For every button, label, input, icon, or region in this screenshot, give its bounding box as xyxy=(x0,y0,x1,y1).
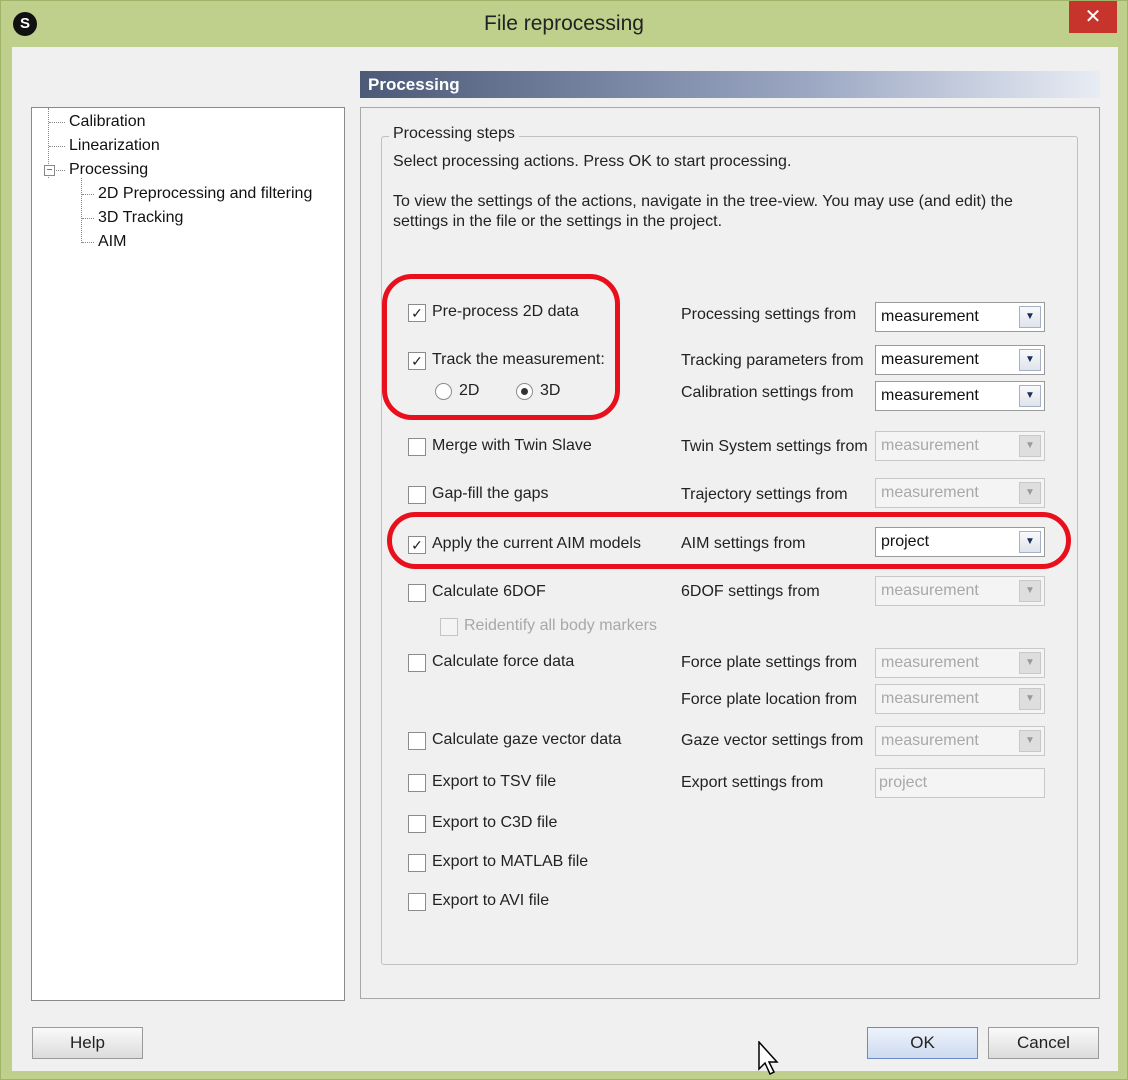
gapfill-label: Gap-fill the gaps xyxy=(432,485,549,502)
highlight-tracking-annotation xyxy=(382,274,620,420)
chevron-down-icon[interactable]: ▼ xyxy=(1019,652,1041,674)
tree-item-3d-tracking[interactable]: 3D Tracking xyxy=(98,207,183,229)
forceplate-settings-value: measurement xyxy=(881,654,979,671)
tracking-params-value: measurement xyxy=(881,351,979,368)
forceplate-location-label: Force plate location from xyxy=(681,691,858,708)
twin-settings-select[interactable]: measurement ▼ xyxy=(875,431,1045,461)
sixdof-checkbox[interactable] xyxy=(408,584,426,602)
avi-checkbox[interactable] xyxy=(408,893,426,911)
trajectory-settings-value: measurement xyxy=(881,484,979,501)
chevron-down-icon[interactable]: ▼ xyxy=(1019,385,1041,407)
gaze-settings-value: measurement xyxy=(881,732,979,749)
chevron-down-icon[interactable]: ▼ xyxy=(1019,435,1041,457)
trajectory-settings-label: Trajectory settings from xyxy=(681,486,848,503)
force-checkbox[interactable] xyxy=(408,654,426,672)
forceplate-location-value: measurement xyxy=(881,690,979,707)
tree-item-linearization[interactable]: Linearization xyxy=(69,135,160,157)
tree-connector xyxy=(81,178,82,243)
tree-item-processing[interactable]: Processing xyxy=(69,159,148,181)
sixdof-settings-value: measurement xyxy=(881,582,979,599)
tsv-checkbox[interactable] xyxy=(408,774,426,792)
instruction-text: Select processing actions. Press OK to s… xyxy=(393,153,792,170)
forceplate-location-select[interactable]: measurement ▼ xyxy=(875,684,1045,714)
calibration-settings-select[interactable]: measurement ▼ xyxy=(875,381,1045,411)
reidentify-label: Reidentify all body markers xyxy=(464,617,657,634)
matlab-label: Export to MATLAB file xyxy=(432,853,589,870)
group-title: Processing steps xyxy=(389,125,519,143)
export-settings-label: Export settings from xyxy=(681,774,824,791)
gapfill-checkbox[interactable] xyxy=(408,486,426,504)
file-reprocessing-window: S File reprocessing ✕ − Calibration Line… xyxy=(0,0,1128,1080)
tracking-params-label: Tracking parameters from xyxy=(681,352,864,369)
gaze-settings-label: Gaze vector settings from xyxy=(681,732,864,749)
export-settings-field[interactable]: project xyxy=(875,768,1045,798)
tree-connector xyxy=(82,242,94,243)
export-settings-value: project xyxy=(879,774,928,791)
merge-checkbox[interactable] xyxy=(408,438,426,456)
tree-connector xyxy=(49,122,65,123)
sixdof-settings-label: 6DOF settings from xyxy=(681,583,820,600)
sixdof-label: Calculate 6DOF xyxy=(432,583,546,600)
close-button[interactable]: ✕ xyxy=(1069,1,1117,33)
gaze-checkbox[interactable] xyxy=(408,732,426,750)
chevron-down-icon[interactable]: ▼ xyxy=(1019,349,1041,371)
cancel-button[interactable]: Cancel xyxy=(988,1027,1099,1059)
chevron-down-icon[interactable]: ▼ xyxy=(1019,482,1041,504)
calibration-settings-value: measurement xyxy=(881,387,979,404)
tree-item-aim[interactable]: AIM xyxy=(98,231,126,253)
chevron-down-icon[interactable]: ▼ xyxy=(1019,580,1041,602)
reidentify-checkbox[interactable] xyxy=(440,618,458,636)
forceplate-settings-label: Force plate settings from xyxy=(681,654,858,671)
avi-label: Export to AVI file xyxy=(432,892,550,909)
tree-connector xyxy=(49,146,65,147)
window-title: File reprocessing xyxy=(484,12,644,35)
processing-settings-value: measurement xyxy=(881,308,979,325)
tree-connector xyxy=(54,170,65,171)
tree-connector xyxy=(82,218,94,219)
twin-settings-label: Twin System settings from xyxy=(681,438,868,455)
instruction-text-3: settings in the file or the settings in … xyxy=(393,213,723,230)
highlight-aim-annotation xyxy=(387,512,1071,569)
tree-item-calibration[interactable]: Calibration xyxy=(69,111,145,133)
settings-tree: − Calibration Linearization Processing 2… xyxy=(31,107,345,1001)
collapse-icon[interactable]: − xyxy=(44,165,55,176)
title-bar[interactable]: S File reprocessing ✕ xyxy=(1,1,1127,47)
trajectory-settings-select[interactable]: measurement ▼ xyxy=(875,478,1045,508)
tsv-label: Export to TSV file xyxy=(432,773,557,790)
tree-connector xyxy=(82,194,94,195)
gaze-label: Calculate gaze vector data xyxy=(432,731,622,748)
instruction-text-2: To view the settings of the actions, nav… xyxy=(393,193,1013,210)
c3d-checkbox[interactable] xyxy=(408,815,426,833)
gaze-settings-select[interactable]: measurement ▼ xyxy=(875,726,1045,756)
chevron-down-icon[interactable]: ▼ xyxy=(1019,688,1041,710)
force-label: Calculate force data xyxy=(432,653,575,670)
dialog-client-area: − Calibration Linearization Processing 2… xyxy=(12,47,1118,1076)
calibration-settings-label: Calibration settings from xyxy=(681,384,854,401)
mouse-pointer-icon xyxy=(758,1041,779,1076)
processing-settings-select[interactable]: measurement ▼ xyxy=(875,302,1045,332)
chevron-down-icon[interactable]: ▼ xyxy=(1019,730,1041,752)
matlab-checkbox[interactable] xyxy=(408,854,426,872)
ok-button[interactable]: OK xyxy=(867,1027,978,1059)
tree-item-2d-preprocessing[interactable]: 2D Preprocessing and filtering xyxy=(98,183,312,205)
merge-label: Merge with Twin Slave xyxy=(432,437,592,454)
sixdof-settings-select[interactable]: measurement ▼ xyxy=(875,576,1045,606)
tracking-params-select[interactable]: measurement ▼ xyxy=(875,345,1045,375)
section-header: Processing xyxy=(360,71,1100,98)
help-button[interactable]: Help xyxy=(32,1027,143,1059)
twin-settings-value: measurement xyxy=(881,437,979,454)
c3d-label: Export to C3D file xyxy=(432,814,558,831)
chevron-down-icon[interactable]: ▼ xyxy=(1019,306,1041,328)
processing-settings-label: Processing settings from xyxy=(681,306,857,323)
forceplate-settings-select[interactable]: measurement ▼ xyxy=(875,648,1045,678)
